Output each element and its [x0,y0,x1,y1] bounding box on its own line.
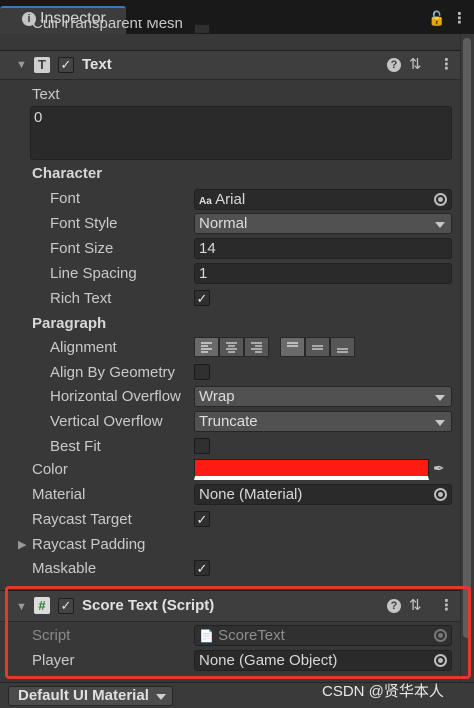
maskable-checkbox[interactable]: ✓ [194,560,210,576]
h-overflow-value: Wrap [199,388,235,405]
maskable-label: Maskable [32,560,97,577]
best-fit-checkbox[interactable] [194,438,210,454]
object-picker-icon[interactable] [434,193,447,206]
text-component-title: Text [82,56,112,73]
color-label: Color [32,461,68,478]
highlight-box [5,586,471,679]
scrollbar-thumb[interactable] [463,38,471,638]
align-bottom-icon [337,348,348,353]
v-overflow-label: Vertical Overflow [50,413,163,430]
preset-icon[interactable]: ⇅ [409,55,422,73]
chevron-down-icon [435,222,445,228]
h-overflow-dropdown[interactable]: Wrap [194,386,452,407]
font-value: Arial [215,191,246,208]
fold-arrow-icon[interactable]: ▼ [16,59,27,71]
material-field[interactable]: None (Material) [194,484,452,505]
material-label: Material [32,486,86,503]
font-style-label: Font Style [50,215,118,232]
tab-menu-icon[interactable]: ⋮ [452,9,467,27]
alignment-label: Alignment [50,339,117,356]
align-top-button[interactable] [280,337,305,357]
rich-text-checkbox[interactable]: ✓ [194,290,210,306]
lock-icon[interactable]: 🔓 [428,10,445,27]
v-overflow-value: Truncate [199,413,258,430]
paragraph-section: Paragraph [32,315,107,332]
material-preview-dropdown[interactable]: Default UI Material [8,686,173,706]
h-overflow-label: Horizontal Overflow [50,388,181,405]
partial-row-label: Cull Transparent Mesh [32,20,183,32]
text-label: Text [32,86,60,103]
material-value: None (Material) [199,486,303,503]
object-picker-icon[interactable] [434,488,447,501]
expand-arrow-icon[interactable]: ▶ [18,538,26,551]
raycast-padding-label[interactable]: Raycast Padding [32,536,145,553]
font-size-label: Font Size [50,240,114,257]
chevron-down-icon [156,694,166,700]
align-right-icon [251,342,262,353]
align-middle-button[interactable] [305,337,330,357]
material-preview-label: Default UI Material [18,687,149,704]
align-geometry-label: Align By Geometry [50,364,176,381]
font-style-dropdown[interactable]: Normal [194,213,452,234]
font-size-field[interactable]: 14 [194,238,452,259]
align-left-icon [201,342,212,353]
align-bottom-button[interactable] [330,337,355,357]
raycast-target-label: Raycast Target [32,511,132,528]
partial-checkbox[interactable] [194,24,210,34]
text-area[interactable] [30,106,452,160]
rich-text-label: Rich Text [50,290,112,307]
raycast-target-checkbox[interactable]: ✓ [194,511,210,527]
line-spacing-label: Line Spacing [50,265,137,282]
character-section: Character [32,165,103,182]
align-center-button[interactable] [219,337,244,357]
font-label: Font [50,190,81,207]
align-right-button[interactable] [244,337,269,357]
eyedropper-icon[interactable]: ✒ [433,460,451,478]
font-field[interactable]: Aa Arial [194,189,452,210]
chevron-down-icon [435,420,445,426]
text-enabled-checkbox[interactable]: ✓ [58,57,74,73]
align-geometry-checkbox[interactable] [194,364,210,380]
best-fit-label: Best Fit [50,438,101,455]
watermark: CSDN @贤华本人 [322,683,444,700]
align-middle-icon [312,345,323,350]
v-overflow-dropdown[interactable]: Truncate [194,411,452,432]
line-spacing-field[interactable]: 1 [194,263,452,284]
font-asset-icon: Aa [199,196,212,207]
text-component-icon: T [34,57,50,73]
component-menu-icon[interactable]: ⋮ [439,55,454,73]
help-icon[interactable]: ? [387,58,401,72]
font-style-value: Normal [199,215,248,232]
chevron-down-icon [435,395,445,401]
color-swatch[interactable] [194,459,429,480]
text-area-value: 0 [34,109,43,126]
align-top-icon [287,342,298,347]
align-center-icon [226,342,237,353]
align-left-button[interactable] [194,337,219,357]
